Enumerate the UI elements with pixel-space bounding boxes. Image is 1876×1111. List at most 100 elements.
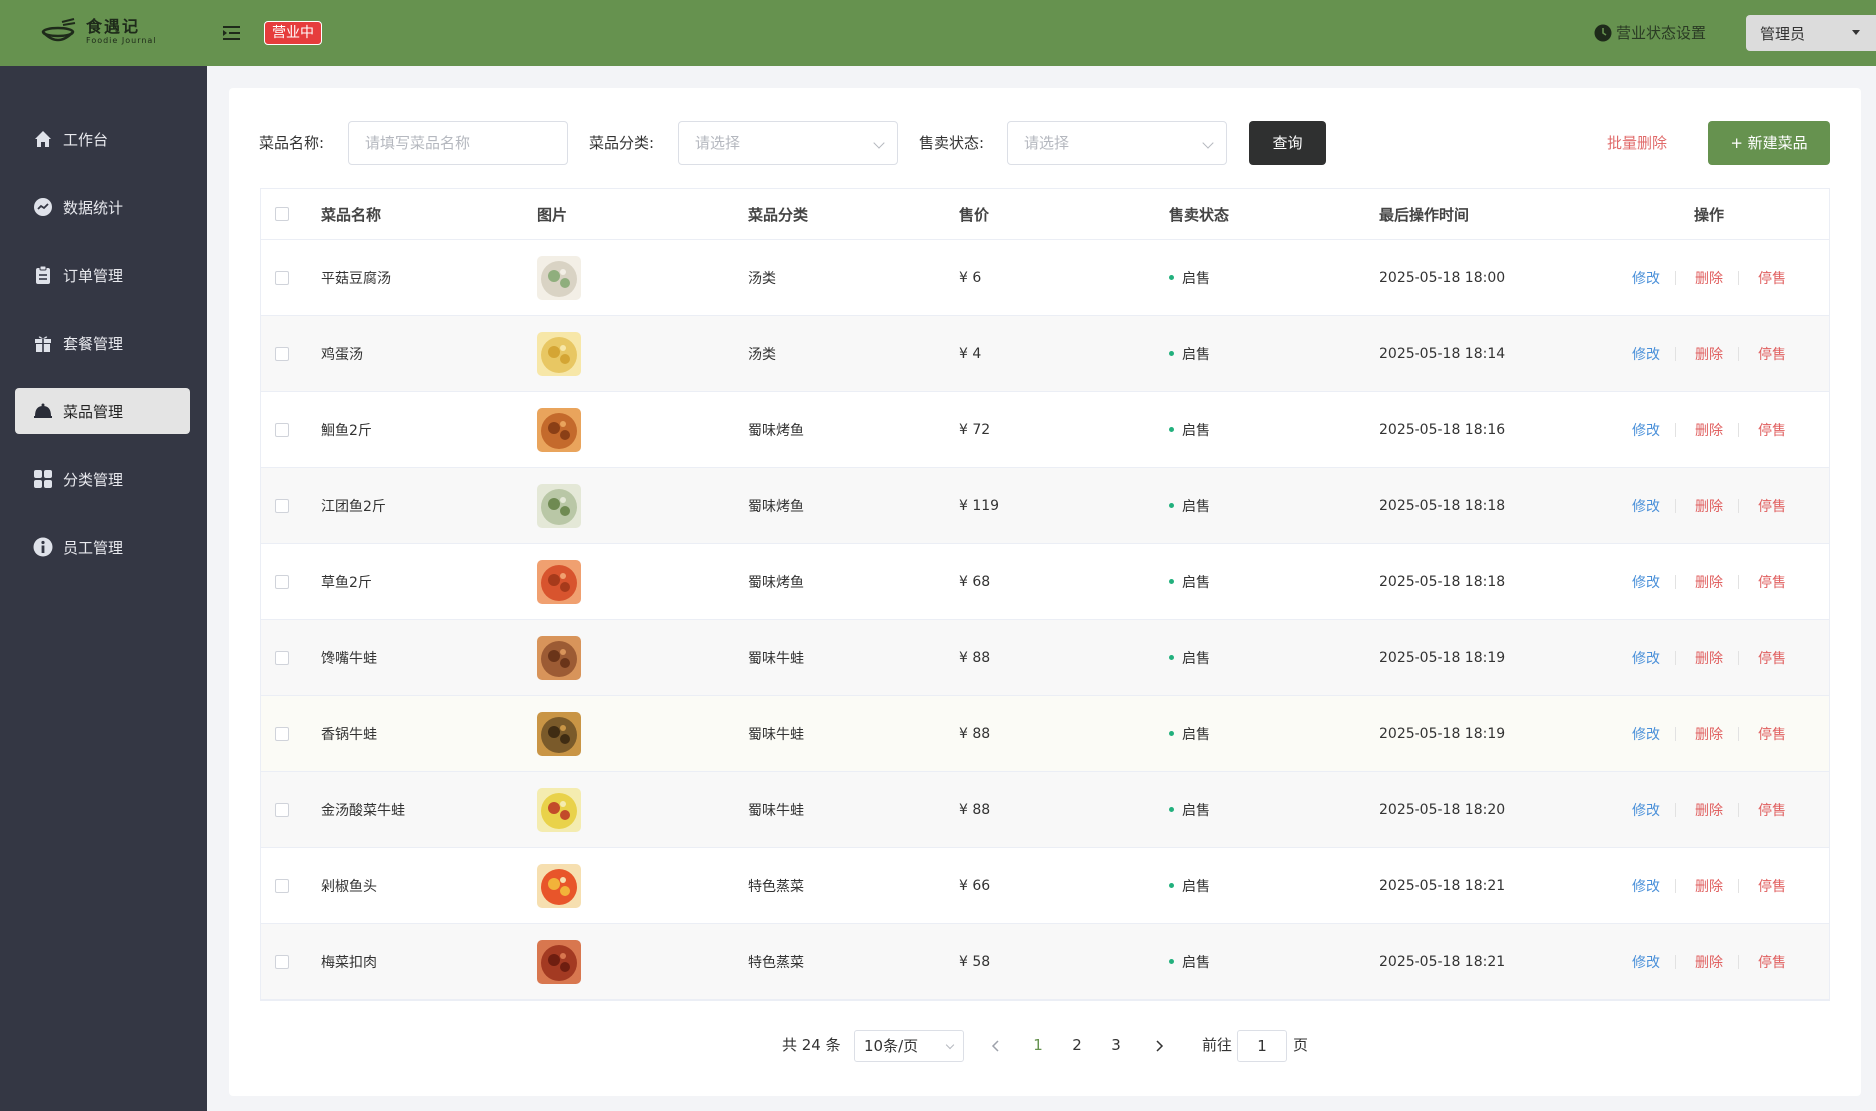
delete-button[interactable]: 删除 <box>1695 240 1723 315</box>
cloche-icon <box>33 401 53 421</box>
edit-button[interactable]: 修改 <box>1632 240 1660 315</box>
select-all-checkbox[interactable] <box>275 207 289 221</box>
edit-button[interactable]: 修改 <box>1632 924 1660 999</box>
sale-status-text: 启售 <box>1182 878 1210 895</box>
delete-button[interactable]: 删除 <box>1695 392 1723 467</box>
sidebar-item-workbench[interactable]: 工作台 <box>15 116 190 162</box>
stop-sale-button[interactable]: 停售 <box>1758 696 1786 771</box>
row-checkbox[interactable] <box>275 954 289 969</box>
dish-category: 汤类 <box>748 270 776 287</box>
sidebar-item-employees[interactable]: 员工管理 <box>15 524 190 570</box>
dish-category-select[interactable]: 请选择 <box>678 121 898 165</box>
page-button-3[interactable]: 3 <box>1102 1029 1130 1061</box>
dish-image <box>537 939 581 984</box>
stop-sale-button[interactable]: 停售 <box>1758 924 1786 999</box>
edit-button[interactable]: 修改 <box>1632 392 1660 467</box>
divider <box>1675 651 1676 665</box>
edit-button[interactable]: 修改 <box>1632 316 1660 391</box>
row-checkbox[interactable] <box>275 270 289 285</box>
stop-sale-button[interactable]: 停售 <box>1758 772 1786 847</box>
edit-button[interactable]: 修改 <box>1632 544 1660 619</box>
edit-button[interactable]: 修改 <box>1632 620 1660 695</box>
row-checkbox[interactable] <box>275 802 289 817</box>
business-status-setting[interactable]: 营业状态设置 <box>1594 22 1706 43</box>
sale-status: 启售 <box>1169 544 1210 619</box>
goto-page-input[interactable]: 1 <box>1237 1030 1287 1062</box>
dish-image <box>537 255 581 300</box>
row-checkbox[interactable] <box>275 726 289 741</box>
edit-button[interactable]: 修改 <box>1632 772 1660 847</box>
dish-category-placeholder: 请选择 <box>695 134 741 152</box>
delete-button[interactable]: 删除 <box>1695 316 1723 391</box>
edit-label: 修改 <box>1632 422 1660 439</box>
next-page-button[interactable] <box>1145 1029 1173 1061</box>
dish-category: 汤类 <box>748 346 776 363</box>
sidebar-item-label: 套餐管理 <box>63 334 124 353</box>
edit-button[interactable]: 修改 <box>1632 848 1660 923</box>
dish-price: ¥ 88 <box>959 649 991 666</box>
delete-label: 删除 <box>1695 954 1723 971</box>
stop-sale-button[interactable]: 停售 <box>1758 848 1786 923</box>
last-update-time: 2025-05-18 18:18 <box>1379 497 1506 514</box>
table-row: 剁椒鱼头 特色蒸菜 ¥ 66 启售 2025-05-18 18:21 修改 删除… <box>261 848 1829 924</box>
new-dish-button[interactable]: + 新建菜品 <box>1708 121 1830 165</box>
delete-button[interactable]: 删除 <box>1695 848 1723 923</box>
sidebar-item-setmeal[interactable]: 套餐管理 <box>15 320 190 366</box>
table-row: 鸡蛋汤 汤类 ¥ 4 启售 2025-05-18 18:14 修改 删除 停售 <box>261 316 1829 392</box>
stop-sale-label: 停售 <box>1758 650 1786 667</box>
query-button[interactable]: 查询 <box>1249 121 1326 165</box>
chevron-right-icon <box>1156 1039 1164 1052</box>
menu-fold-icon[interactable] <box>222 24 242 42</box>
stop-sale-button[interactable]: 停售 <box>1758 620 1786 695</box>
batch-delete-button[interactable]: 批量删除 <box>1607 132 1667 153</box>
sidebar-item-statistics[interactable]: 数据统计 <box>15 184 190 230</box>
row-checkbox[interactable] <box>275 574 289 589</box>
page-size-select[interactable]: 10条/页 <box>854 1030 964 1062</box>
delete-button[interactable]: 删除 <box>1695 924 1723 999</box>
bowl-icon <box>41 18 76 42</box>
stop-sale-label: 停售 <box>1758 954 1786 971</box>
status-dot-icon <box>1169 731 1174 736</box>
sale-status: 启售 <box>1169 468 1210 543</box>
row-checkbox[interactable] <box>275 422 289 437</box>
dish-price: ¥ 88 <box>959 801 991 818</box>
delete-button[interactable]: 删除 <box>1695 772 1723 847</box>
delete-button[interactable]: 删除 <box>1695 468 1723 543</box>
stop-sale-button[interactable]: 停售 <box>1758 392 1786 467</box>
sidebar-item-orders[interactable]: 订单管理 <box>15 252 190 298</box>
row-checkbox[interactable] <box>275 878 289 893</box>
table-row: 江团鱼2斤 蜀味烤鱼 ¥ 119 启售 2025-05-18 18:18 修改 … <box>261 468 1829 544</box>
dish-name-placeholder: 请填写菜品名称 <box>365 134 471 152</box>
divider <box>1675 271 1676 285</box>
dish-name-input[interactable]: 请填写菜品名称 <box>348 121 568 165</box>
delete-button[interactable]: 删除 <box>1695 620 1723 695</box>
row-checkbox[interactable] <box>275 346 289 361</box>
row-checkbox[interactable] <box>275 498 289 513</box>
page-button-2[interactable]: 2 <box>1063 1029 1091 1061</box>
dish-price: ¥ 58 <box>959 953 991 970</box>
row-checkbox[interactable] <box>275 650 289 665</box>
column-header: 菜品名称 <box>321 205 382 224</box>
sidebar-item-dishes[interactable]: 菜品管理 <box>15 388 190 434</box>
delete-button[interactable]: 删除 <box>1695 696 1723 771</box>
delete-button[interactable]: 删除 <box>1695 544 1723 619</box>
stop-sale-button[interactable]: 停售 <box>1758 544 1786 619</box>
caret-down-icon <box>1852 30 1860 35</box>
sidebar-item-categories[interactable]: 分类管理 <box>15 456 190 502</box>
dish-category: 蜀味烤鱼 <box>748 574 804 591</box>
stop-sale-button[interactable]: 停售 <box>1758 316 1786 391</box>
sale-status: 启售 <box>1169 924 1210 999</box>
edit-button[interactable]: 修改 <box>1632 468 1660 543</box>
prev-page-button[interactable] <box>982 1029 1010 1061</box>
edit-button[interactable]: 修改 <box>1632 696 1660 771</box>
page-button-1[interactable]: 1 <box>1024 1029 1052 1061</box>
user-dropdown[interactable]: 管理员 <box>1746 15 1876 51</box>
table-row: 金汤酸菜牛蛙 蜀味牛蛙 ¥ 88 启售 2025-05-18 18:20 修改 … <box>261 772 1829 848</box>
dish-image <box>537 711 581 756</box>
sale-status-text: 启售 <box>1182 270 1210 287</box>
stop-sale-button[interactable]: 停售 <box>1758 240 1786 315</box>
sale-status-select[interactable]: 请选择 <box>1007 121 1227 165</box>
sale-status-label: 售卖状态: <box>919 134 985 152</box>
stop-sale-button[interactable]: 停售 <box>1758 468 1786 543</box>
goto-prefix: 前往 <box>1202 1036 1233 1054</box>
